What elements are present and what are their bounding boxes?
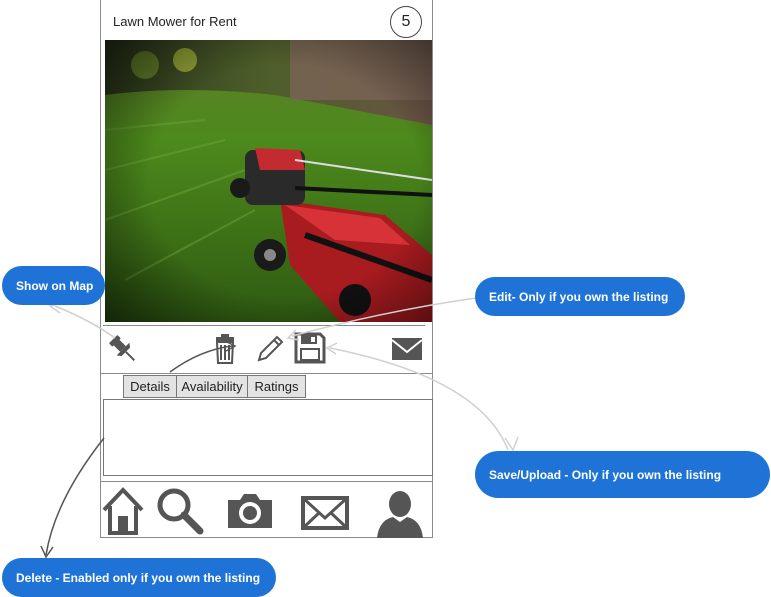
pin-icon[interactable] xyxy=(106,332,140,366)
tab-details[interactable]: Details xyxy=(123,375,177,398)
annotation-show-on-map: Show on Map xyxy=(2,266,105,305)
annotation-delete: Delete - Enabled only if you own the lis… xyxy=(2,558,276,597)
home-icon[interactable] xyxy=(101,486,149,536)
save-icon[interactable] xyxy=(293,331,327,365)
mail-icon[interactable] xyxy=(300,486,350,536)
count-badge[interactable]: 5 xyxy=(390,6,422,38)
annotation-edit: Edit- Only if you own the listing xyxy=(475,277,685,316)
annotation-delete-text: Delete - Enabled only if you own the lis… xyxy=(16,570,261,585)
nav-divider xyxy=(101,481,432,482)
camera-icon[interactable] xyxy=(225,486,275,536)
lawn-mower-image xyxy=(105,40,432,322)
trash-icon[interactable] xyxy=(208,332,242,366)
mail-icon[interactable] xyxy=(390,333,424,367)
toolbar-divider-bottom xyxy=(101,373,432,374)
tab-content-panel xyxy=(103,399,433,476)
annotation-show-on-map-text: Show on Map xyxy=(16,278,94,293)
listing-photo xyxy=(105,40,432,322)
profile-icon[interactable] xyxy=(375,486,425,538)
annotation-save-text: Save/Upload - Only if you own the listin… xyxy=(489,467,722,482)
annotation-edit-text: Edit- Only if you own the listing xyxy=(489,289,669,304)
tab-ratings[interactable]: Ratings xyxy=(247,375,306,398)
search-icon[interactable] xyxy=(154,486,206,536)
toolbar-divider-top xyxy=(103,325,425,326)
listing-title: Lawn Mower for Rent xyxy=(113,14,237,29)
annotation-save: Save/Upload - Only if you own the listin… xyxy=(475,451,770,498)
pencil-icon[interactable] xyxy=(253,332,287,366)
tab-availability[interactable]: Availability xyxy=(176,375,248,398)
